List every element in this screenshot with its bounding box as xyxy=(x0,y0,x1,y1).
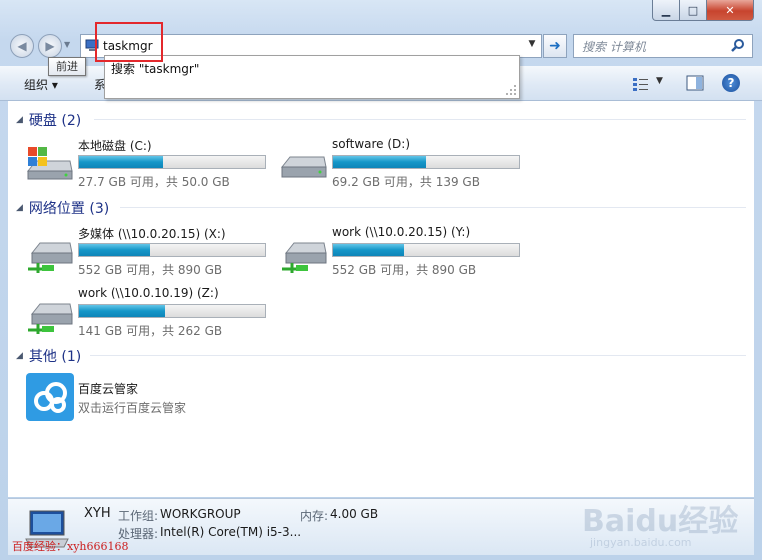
resize-grip-icon[interactable] xyxy=(505,84,517,96)
address-dropdown-arrow[interactable]: ▼ xyxy=(525,39,539,53)
logo-text: Baidu经验 xyxy=(582,504,739,539)
logo-url: jingyan.baidu.com xyxy=(590,536,692,549)
arrow-right-icon: ▶ xyxy=(45,39,55,53)
drive-space-info: 69.2 GB 可用，共 139 GB xyxy=(332,175,480,189)
app-subtitle: 双击运行百度云管家 xyxy=(78,401,187,415)
drive-usage-bar xyxy=(78,304,266,318)
group-title: 其他 (1) xyxy=(28,349,82,365)
minimize-button[interactable]: ▁ xyxy=(652,0,680,21)
network-drive-icon xyxy=(282,242,327,273)
group-header-other[interactable]: ◢ 其他 (1) xyxy=(16,346,81,366)
back-button[interactable]: ◀ xyxy=(10,34,34,58)
search-box[interactable]: 搜索 计算机 xyxy=(573,34,753,58)
group-divider xyxy=(120,207,746,208)
search-icon[interactable] xyxy=(730,38,746,54)
drive-usage-fill xyxy=(79,305,165,317)
network-drive-icon xyxy=(28,242,73,273)
close-button[interactable]: ✕ xyxy=(706,0,754,21)
change-view-icon[interactable] xyxy=(632,76,650,92)
drive-name: 多媒体 (\\10.0.20.15) (X:) xyxy=(78,227,226,241)
content-pane: ◢ 硬盘 (2) 本地磁盘 (C:) 27.7 GB 可用，共 50.0 GB … xyxy=(8,101,754,497)
drive-usage-bar xyxy=(332,155,520,169)
collapse-arrow-icon: ◢ xyxy=(16,351,23,361)
arrow-left-icon: ◀ xyxy=(17,39,27,53)
preview-pane-icon[interactable] xyxy=(686,75,704,91)
workgroup-label: 工作组: xyxy=(118,509,159,523)
network-drive-icon xyxy=(28,303,73,334)
baidu-jingyan-logo: Baidu经验 jingyan.baidu.com xyxy=(582,478,758,558)
app-name: 百度云管家 xyxy=(78,382,139,396)
address-input[interactable] xyxy=(103,35,513,57)
windows-drive-icon xyxy=(26,147,73,180)
group-divider xyxy=(90,355,746,356)
annotation-highlight-box xyxy=(95,22,163,62)
drive-space-info: 141 GB 可用，共 262 GB xyxy=(78,324,223,338)
group-header-hard-disks[interactable]: ◢ 硬盘 (2) xyxy=(16,110,81,130)
drive-usage-fill xyxy=(79,244,150,256)
drive-space-info: 27.7 GB 可用，共 50.0 GB xyxy=(78,175,230,189)
computer-name: XYH xyxy=(84,506,111,521)
view-options-dropdown[interactable]: ▼ xyxy=(656,76,663,86)
search-input[interactable]: 搜索 计算机 xyxy=(582,38,646,55)
collapse-arrow-icon: ◢ xyxy=(16,203,23,213)
drive-name: work (\\10.0.10.19) (Z:) xyxy=(78,286,219,300)
group-divider xyxy=(94,119,746,120)
processor-value: Intel(R) Core(TM) i5-3... xyxy=(160,525,302,539)
drive-usage-fill xyxy=(333,244,404,256)
back-tooltip: 前进 xyxy=(48,57,86,76)
memory-label: 内存: xyxy=(300,509,329,523)
drive-name: work (\\10.0.20.15) (Y:) xyxy=(332,225,471,239)
drive-usage-fill xyxy=(79,156,163,168)
address-autocomplete-dropdown: 搜索 "taskmgr" xyxy=(104,55,520,99)
watermark-text: 百度经验：xyh666168 xyxy=(12,540,129,553)
group-title: 硬盘 (2) xyxy=(28,113,82,129)
workgroup-value: WORKGROUP xyxy=(160,507,241,521)
go-button[interactable]: ➜ xyxy=(543,34,567,58)
arrow-right-icon: ➜ xyxy=(549,38,561,54)
drive-name: software (D:) xyxy=(332,137,410,151)
group-header-network-locations[interactable]: ◢ 网络位置 (3) xyxy=(16,198,109,218)
forward-button[interactable]: ▶ xyxy=(38,34,62,58)
drive-space-info: 552 GB 可用，共 890 GB xyxy=(332,263,477,277)
recent-pages-dropdown[interactable]: ▼ xyxy=(64,40,70,49)
collapse-arrow-icon: ◢ xyxy=(16,115,23,125)
drive-usage-bar xyxy=(332,243,520,257)
drive-space-info: 552 GB 可用，共 890 GB xyxy=(78,263,223,277)
drive-usage-fill xyxy=(333,156,426,168)
organize-button[interactable]: 组织 ▾ xyxy=(24,76,58,93)
memory-value: 4.00 GB xyxy=(330,507,379,521)
maximize-button[interactable]: □ xyxy=(679,0,707,21)
autocomplete-search-item[interactable]: 搜索 "taskmgr" xyxy=(111,60,199,77)
drive-name: 本地磁盘 (C:) xyxy=(78,139,152,153)
drive-usage-bar xyxy=(78,155,266,169)
group-title: 网络位置 (3) xyxy=(28,201,110,217)
help-icon[interactable]: ? xyxy=(722,74,740,92)
baidu-cloud-icon xyxy=(26,373,74,421)
drive-usage-bar xyxy=(78,243,266,257)
hard-drive-icon xyxy=(280,156,327,178)
